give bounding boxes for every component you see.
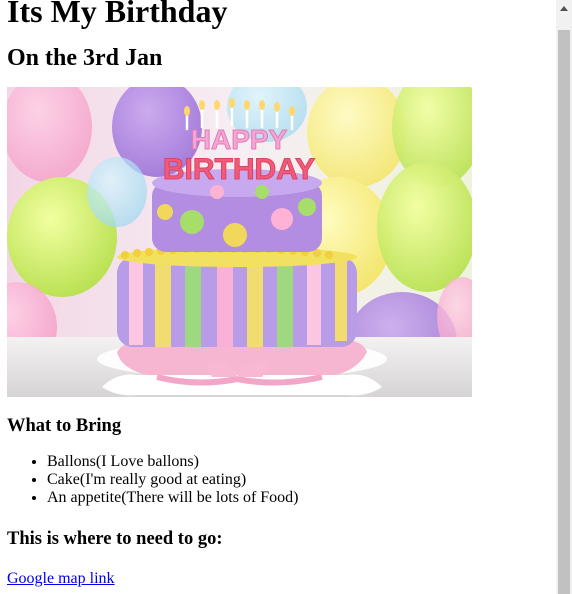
list-item: Ballons(I Love ballons) — [47, 453, 547, 471]
list-item: An appetite(There will be lots of Food) — [47, 489, 547, 507]
birthday-cake-image: HAPPY BIRTHDAY — [7, 87, 472, 397]
page-content: Its My Birthday On the 3rd Jan HAPPY BIR… — [7, 0, 547, 588]
page-viewport: Its My Birthday On the 3rd Jan HAPPY BIR… — [0, 0, 556, 594]
where-heading: This is where to need to go: — [7, 529, 223, 549]
list-item: Cake(I'm really good at eating) — [47, 471, 547, 489]
chevron-up-icon[interactable] — [556, 0, 572, 16]
bring-list: Ballons(I Love ballons) Cake(I'm really … — [7, 453, 547, 507]
google-map-link[interactable]: Google map link — [7, 570, 115, 588]
date-heading: On the 3rd Jan — [7, 45, 163, 71]
svg-text:BIRTHDAY: BIRTHDAY — [163, 153, 315, 186]
svg-text:HAPPY: HAPPY — [191, 124, 288, 155]
vertical-scrollbar[interactable] — [556, 0, 572, 594]
scrollbar-thumb[interactable] — [558, 30, 570, 594]
bring-heading: What to Bring — [7, 416, 122, 436]
page-title: Its My Birthday — [7, 0, 228, 29]
